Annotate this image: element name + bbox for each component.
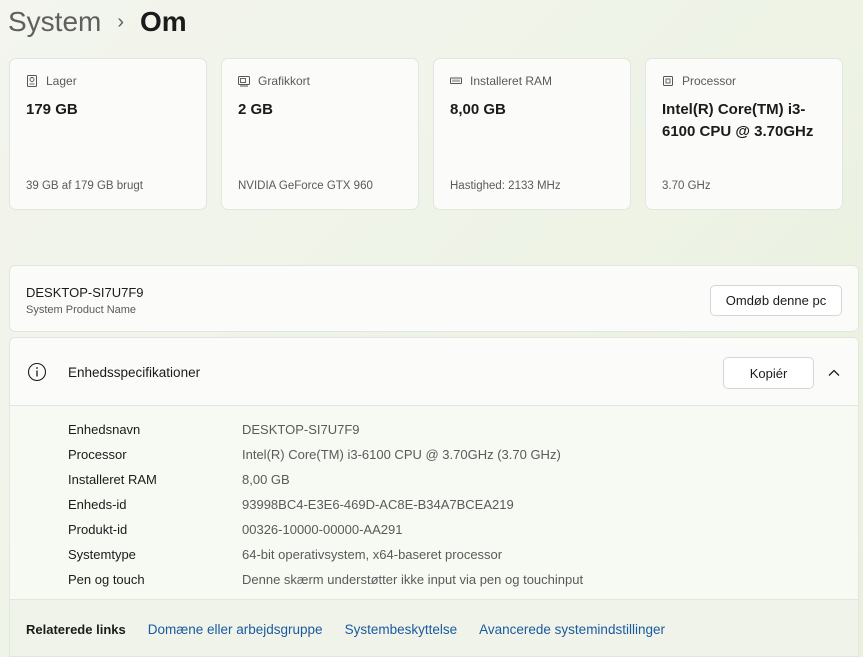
link-domain-workgroup[interactable]: Domæne eller arbejdsgruppe	[148, 622, 323, 637]
spec-row-device-id: Enheds-id 93998BC4-E3E6-469D-AC8E-B34A7B…	[68, 492, 583, 517]
card-subtext: 3.70 GHz	[662, 180, 711, 192]
hard-drive-icon	[27, 75, 37, 87]
processor-icon	[663, 76, 673, 86]
spec-key: Enhedsnavn	[68, 422, 141, 437]
spec-row-product-id: Produkt-id 00326-10000-00000-AA291	[68, 517, 583, 542]
pc-name: DESKTOP-SI7U7F9	[26, 285, 144, 300]
card-label: Lager	[46, 74, 77, 88]
card-value: 179 GB	[26, 101, 78, 118]
chevron-up-icon[interactable]	[824, 363, 844, 383]
spec-key: Produkt-id	[68, 522, 128, 537]
pc-name-card: DESKTOP-SI7U7F9 System Product Name Omdø…	[9, 265, 859, 332]
spec-row-system-type: Systemtype 64-bit operativsystem, x64-ba…	[68, 542, 583, 567]
related-links-label: Relaterede links	[26, 622, 126, 637]
spec-row-pen-touch: Pen og touch Denne skærm understøtter ik…	[68, 567, 583, 592]
spec-value: 8,00 GB	[242, 472, 290, 487]
link-advanced-system-settings[interactable]: Avancerede systemindstillinger	[479, 622, 665, 637]
rename-pc-button[interactable]: Omdøb denne pc	[710, 285, 842, 316]
card-value: Intel(R) Core(TM) i3-6100 CPU @ 3.70GHz	[662, 101, 814, 140]
spec-value: Denne skærm understøtter ikke input via …	[242, 572, 584, 587]
pc-product-name: System Product Name	[26, 304, 137, 316]
spec-value: 00326-10000-00000-AA291	[242, 522, 403, 537]
spec-key: Systemtype	[68, 547, 136, 562]
ram-card[interactable]: Installeret RAM 8,00 GB Hastighed: 2133 …	[433, 58, 631, 210]
spec-row-processor: Processor Intel(R) Core(TM) i3-6100 CPU …	[68, 442, 583, 467]
device-specifications-panel: Enhedsspecifikationer Kopiér Enhedsnavn …	[9, 337, 859, 657]
card-value: 8,00 GB	[450, 101, 506, 118]
spec-value: 93998BC4-E3E6-469D-AC8E-B34A7BCEA219	[242, 497, 514, 512]
card-label: Processor	[682, 74, 737, 88]
copy-button[interactable]: Kopiér	[723, 357, 814, 389]
page-title: Om	[140, 6, 187, 37]
info-icon	[27, 362, 47, 382]
spec-key: Processor	[68, 447, 127, 462]
related-links-bar: Relaterede links Domæne eller arbejdsgru…	[10, 599, 858, 656]
graphics-card[interactable]: Grafikkort 2 GB NVIDIA GeForce GTX 960	[221, 58, 419, 210]
card-label: Installeret RAM	[470, 74, 553, 88]
spec-value: 64-bit operativsystem, x64-baseret proce…	[242, 547, 503, 562]
card-subtext: 39 GB af 179 GB brugt	[26, 180, 143, 192]
card-subtext: NVIDIA GeForce GTX 960	[238, 180, 373, 192]
graphics-card-icon	[238, 76, 250, 87]
spec-row-device-name: Enhedsnavn DESKTOP-SI7U7F9	[68, 417, 583, 442]
breadcrumb-system[interactable]: System	[8, 6, 101, 38]
spec-key: Installeret RAM	[68, 472, 157, 487]
card-subtext: Hastighed: 2133 MHz	[450, 180, 561, 192]
device-specifications-header[interactable]: Enhedsspecifikationer Kopiér	[10, 338, 858, 406]
storage-card[interactable]: Lager 179 GB 39 GB af 179 GB brugt	[9, 58, 207, 210]
breadcrumb: System › Om	[8, 4, 187, 40]
spec-value: Intel(R) Core(TM) i3-6100 CPU @ 3.70GHz …	[242, 447, 561, 462]
processor-card[interactable]: Processor Intel(R) Core(TM) i3-6100 CPU …	[645, 58, 843, 210]
spec-value: DESKTOP-SI7U7F9	[242, 422, 360, 437]
spec-key: Pen og touch	[68, 572, 145, 587]
specifications-list: Enhedsnavn DESKTOP-SI7U7F9 Processor Int…	[68, 417, 583, 592]
link-system-protection[interactable]: Systembeskyttelse	[345, 622, 458, 637]
spec-row-ram: Installeret RAM 8,00 GB	[68, 467, 583, 492]
card-value: 2 GB	[238, 101, 274, 118]
spec-key: Enheds-id	[68, 497, 127, 512]
ram-icon	[450, 77, 462, 84]
specifications-title: Enhedsspecifikationer	[68, 365, 201, 380]
breadcrumb-separator: ›	[117, 10, 125, 33]
card-label: Grafikkort	[258, 74, 311, 88]
